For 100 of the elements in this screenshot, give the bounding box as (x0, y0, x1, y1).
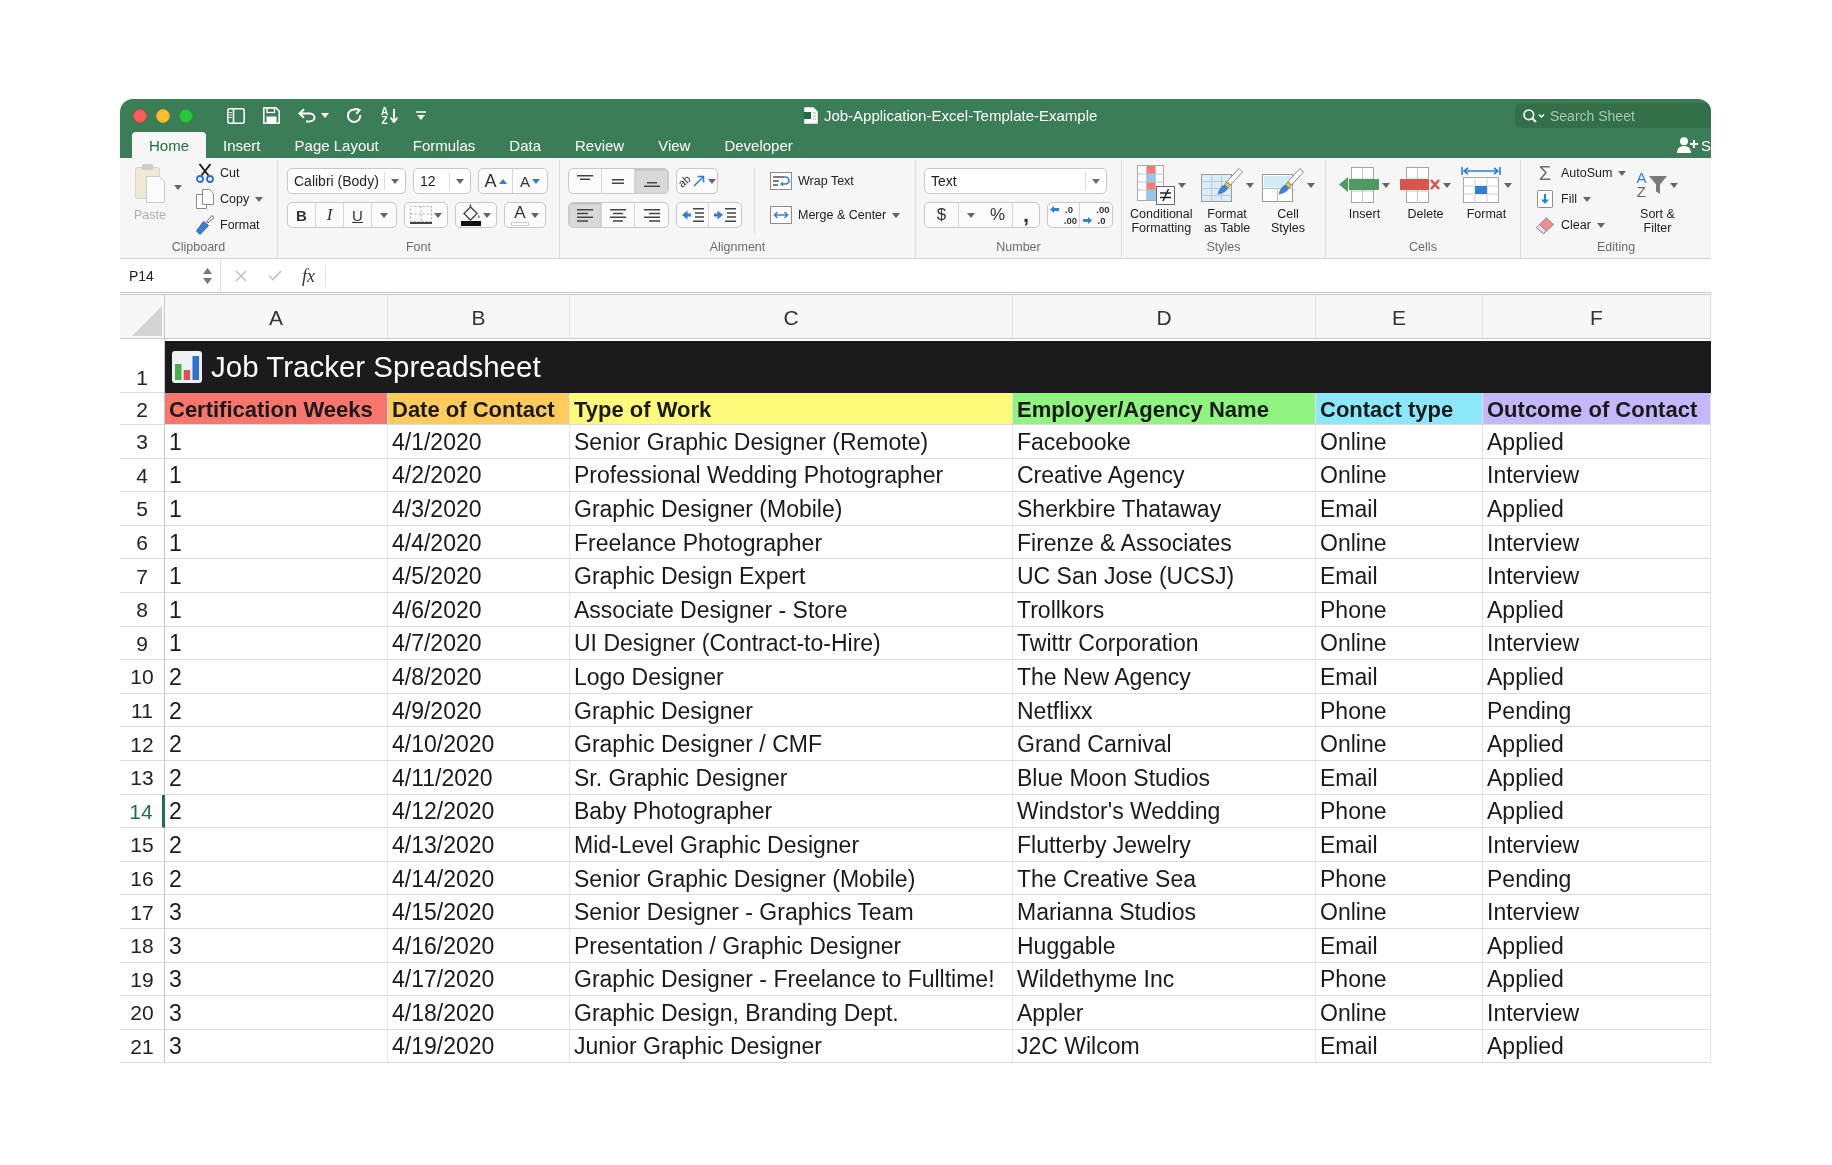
font-name-dropdown[interactable]: Calibri (Body) (287, 168, 406, 194)
fill-color-button[interactable] (455, 202, 497, 228)
increase-decimal-button[interactable]: .0 .00 (1048, 203, 1080, 227)
circular-arrow-icon[interactable] (347, 107, 363, 124)
check-icon[interactable] (268, 270, 282, 281)
column-header[interactable]: C (570, 295, 1013, 339)
row-number[interactable]: 20 (120, 996, 165, 1030)
caret-icon[interactable] (416, 111, 427, 120)
delete-cells-button[interactable]: Delete (1400, 163, 1451, 221)
font-size-dropdown[interactable]: 12 (413, 168, 471, 194)
sort-button[interactable]: A Z (381, 106, 399, 125)
italic-button[interactable]: I (316, 203, 344, 227)
table-cell: Email (1316, 660, 1483, 694)
column-header[interactable]: D (1013, 295, 1316, 339)
conditional-formatting-button[interactable]: Conditional Formatting (1130, 163, 1193, 235)
save-icon[interactable] (263, 107, 280, 124)
table-cell: Flutterby Jewelry (1013, 828, 1316, 862)
row-number[interactable]: 19 (120, 962, 165, 997)
format-painter-button[interactable]: Format (196, 212, 264, 238)
underline-button[interactable]: U (344, 203, 372, 227)
caret-icon (1596, 222, 1605, 228)
bottom-align-button[interactable] (635, 169, 668, 193)
caret-icon[interactable] (380, 212, 388, 218)
number-format-dropdown[interactable]: Text (924, 168, 1107, 194)
ribbon-tab[interactable]: Home (132, 132, 206, 158)
table-cell: Huggable (1013, 928, 1316, 963)
row-number[interactable]: 12 (120, 727, 165, 761)
table-cell: Sherkbire Thataway (1013, 492, 1316, 526)
copy-button[interactable]: Copy (196, 186, 264, 212)
merge-center-button[interactable]: Merge & Center (770, 202, 901, 228)
table-cell: Online (1316, 626, 1483, 661)
ribbon-tab[interactable]: Formulas (395, 132, 493, 158)
caret-icon (892, 212, 901, 218)
undo-icon[interactable] (298, 108, 316, 123)
header-cell: Outcome of Contact (1483, 393, 1711, 425)
scissors-icon (196, 163, 214, 183)
column-header[interactable]: B (388, 295, 570, 339)
comma-style-button[interactable]: , (1013, 203, 1039, 227)
fill-button[interactable]: Fill (1535, 186, 1627, 212)
bold-button[interactable]: B (288, 203, 316, 227)
format-as-table-button[interactable]: Format as Table (1200, 163, 1254, 235)
ribbon-tab[interactable]: Data (492, 132, 558, 158)
ribbon-tab[interactable]: Insert (206, 132, 278, 158)
row-number[interactable]: 9 (120, 626, 165, 661)
orientation-button[interactable]: ab (676, 168, 718, 194)
insert-cells-button[interactable]: Insert (1339, 163, 1390, 221)
grow-font-button[interactable]: A (479, 169, 513, 193)
row-number[interactable]: 21 (120, 1029, 165, 1063)
row-number[interactable]: 15 (120, 828, 165, 862)
align-left-button[interactable] (569, 203, 602, 227)
row-number[interactable]: 18 (120, 928, 165, 963)
caret-icon (1582, 196, 1591, 202)
ribbon-tab[interactable]: View (641, 132, 708, 158)
table-cell: Interview (1483, 525, 1711, 560)
column-header[interactable]: F (1483, 295, 1711, 339)
row-number[interactable]: 13 (120, 760, 165, 795)
name-box[interactable]: P14 (120, 259, 221, 292)
caret-icon[interactable] (967, 212, 975, 218)
search-field[interactable]: Search Sheet (1515, 103, 1711, 128)
cut-button[interactable]: Cut (196, 160, 264, 186)
row-number[interactable]: 7 (120, 559, 165, 593)
row-number[interactable]: 4 (120, 458, 165, 493)
row-number[interactable]: 10 (120, 660, 165, 694)
row-number[interactable]: 17 (120, 895, 165, 929)
column-header[interactable]: E (1316, 295, 1483, 339)
font-color-button[interactable]: A (504, 202, 546, 228)
table-cell: Applied (1483, 425, 1711, 459)
row-number[interactable]: 8 (120, 592, 165, 627)
currency-button[interactable]: $ (925, 203, 959, 227)
caret-icon[interactable] (321, 113, 329, 118)
column-header[interactable]: A (165, 295, 388, 339)
table-cell: Online (1316, 458, 1483, 493)
decrease-decimal-button[interactable]: .00 .0 (1080, 203, 1112, 227)
ribbon-tab[interactable]: Review (558, 132, 642, 158)
clear-button[interactable]: Clear (1535, 212, 1627, 238)
ribbon-tab[interactable]: Page Layout (277, 132, 396, 158)
row-number[interactable]: 16 (120, 861, 165, 896)
row-number[interactable]: 3 (120, 425, 165, 459)
shrink-font-button[interactable]: A (513, 169, 547, 193)
ribbon-tab[interactable]: Developer (707, 132, 810, 158)
percent-button[interactable]: % (983, 203, 1013, 227)
sort-filter-button[interactable]: A Z Sort & Filter (1636, 163, 1679, 235)
group-label: Number (995, 239, 1042, 256)
row-number[interactable]: 5 (120, 492, 165, 526)
insert-function-button[interactable]: fx (302, 265, 326, 286)
wrap-text-button[interactable]: Wrap Text (770, 168, 901, 194)
table-cell: Phone (1316, 592, 1483, 627)
row-number[interactable]: 14 (120, 794, 165, 829)
panel-icon[interactable] (227, 107, 245, 124)
table-cell: 4/1/2020 (388, 425, 570, 459)
borders-button[interactable] (404, 202, 448, 228)
row-number[interactable]: 11 (120, 693, 165, 728)
share-button[interactable]: S (1677, 132, 1711, 158)
table-cell: Freelance Photographer (570, 525, 1013, 560)
row-number[interactable]: 6 (120, 525, 165, 560)
autosum-button[interactable]: Σ AutoSum (1535, 160, 1627, 186)
cell-styles-button[interactable]: Cell Styles (1261, 163, 1315, 235)
format-cells-button[interactable]: Format (1461, 163, 1512, 221)
minimize-button[interactable] (156, 108, 170, 123)
caret-icon[interactable] (174, 185, 182, 190)
